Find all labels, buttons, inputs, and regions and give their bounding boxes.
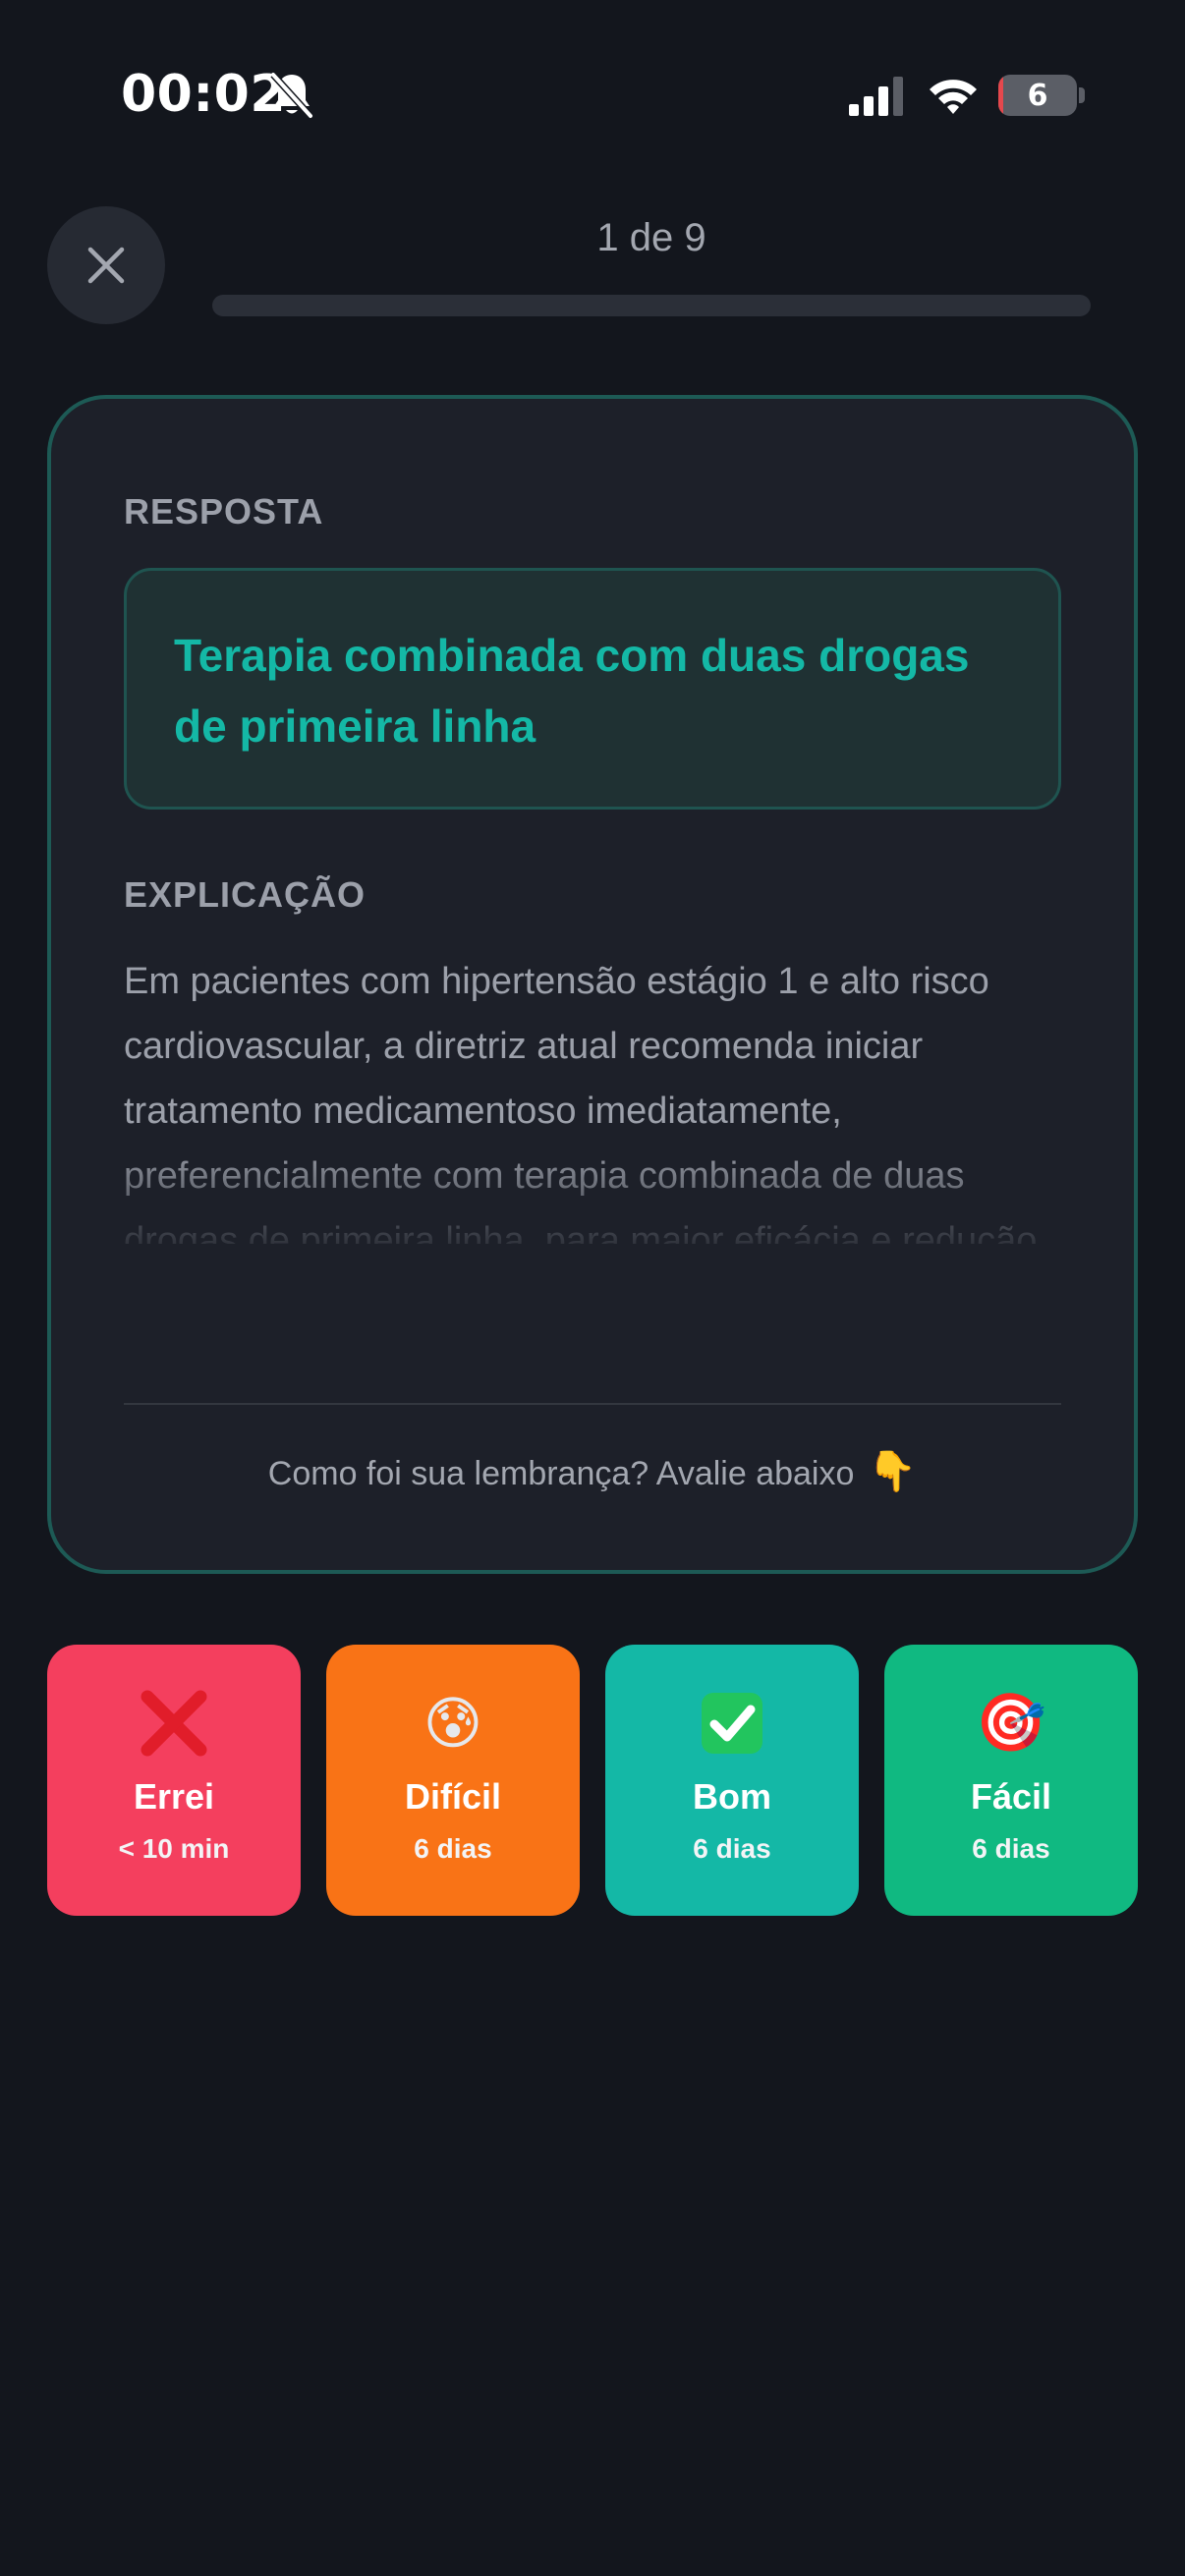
anxious-face-icon: 😰 (423, 1692, 483, 1756)
check-mark-icon (697, 1688, 767, 1759)
status-bar: 00:02 6 (0, 0, 1185, 147)
target-icon: 🎯 (975, 1691, 1047, 1755)
answer-section-label: RESPOSTA (124, 491, 324, 532)
rate-facil-interval: 6 dias (972, 1833, 1050, 1864)
red-cross-icon (139, 1688, 209, 1759)
cellular-signal-icon (849, 77, 903, 116)
rate-facil-button[interactable]: 🎯 Fácil 6 dias (884, 1645, 1138, 1916)
rate-dificil-label: Difícil (404, 1776, 501, 1817)
card-divider (124, 1403, 1061, 1405)
rate-errei-label: Errei (133, 1776, 215, 1817)
rate-dificil-interval: 6 dias (414, 1833, 492, 1864)
close-button[interactable] (47, 206, 165, 324)
rate-bom-label: Bom (693, 1776, 771, 1817)
status-time: 00:02 (121, 65, 287, 124)
wifi-icon (930, 80, 977, 114)
explanation-section-label: EXPLICAÇÃO (124, 874, 367, 915)
rating-buttons: Errei < 10 min 😰 Difícil 6 dias Bom 6 di… (47, 1645, 1138, 1916)
close-icon (87, 247, 125, 284)
explanation-scroll-area[interactable]: Em pacientes com hipertensão estágio 1 e… (124, 949, 1067, 1244)
battery-percentage: 6 (1027, 78, 1048, 113)
battery-nub (1079, 87, 1085, 103)
progress-label: 1 de 9 (596, 216, 706, 259)
rate-errei-button[interactable]: Errei < 10 min (47, 1645, 301, 1916)
battery-icon: 6 (998, 75, 1077, 116)
answer-box: Terapia combinada com duas drogas de pri… (124, 568, 1061, 810)
review-screen: 00:02 6 1 de 9 RESPOSTA Terapia combinad… (0, 0, 1185, 2576)
progress-bar (212, 295, 1091, 316)
rate-errei-interval: < 10 min (118, 1833, 230, 1864)
mute-bell-icon (270, 72, 313, 119)
rate-facil-label: Fácil (970, 1776, 1052, 1817)
rate-bom-interval: 6 dias (693, 1833, 771, 1864)
explanation-text: Em pacientes com hipertensão estágio 1 e… (124, 961, 1038, 1244)
flashcard: RESPOSTA Terapia combinada com duas drog… (47, 395, 1138, 1574)
rate-bom-button[interactable]: Bom 6 dias (605, 1645, 859, 1916)
answer-text: Terapia combinada com duas drogas de pri… (174, 630, 970, 752)
rate-dificil-button[interactable]: 😰 Difícil 6 dias (326, 1645, 580, 1916)
pointing-down-icon: 👇 (868, 1450, 918, 1493)
rating-hint-text: Como foi sua lembrança? Avalie abaixo (267, 1455, 855, 1492)
rating-hint: Como foi sua lembrança? Avalie abaixo 👇 (51, 1448, 1134, 1494)
